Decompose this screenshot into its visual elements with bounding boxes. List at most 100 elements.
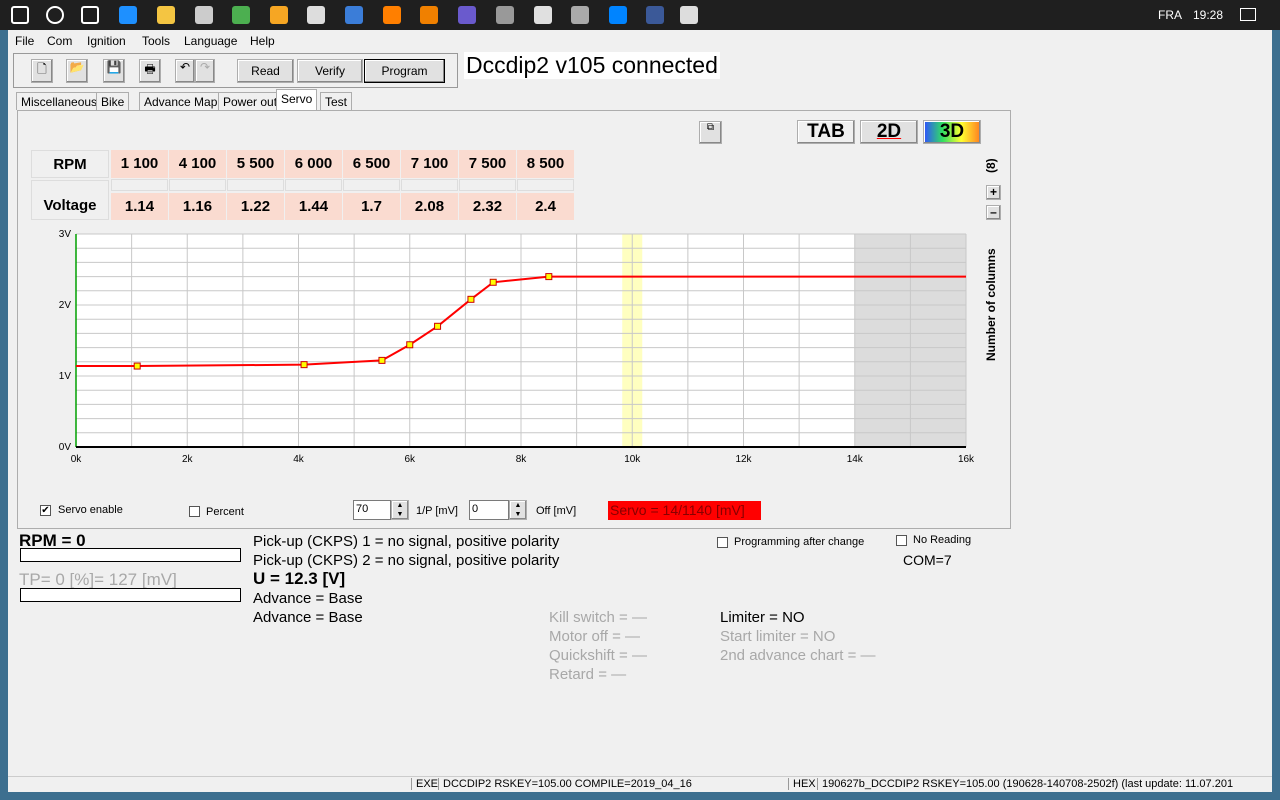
tab-power-out[interactable]: Power out — [218, 92, 283, 110]
menu-language[interactable]: Language — [184, 34, 237, 48]
menu-com[interactable]: Com — [47, 34, 72, 48]
off-input[interactable]: 0 — [469, 500, 509, 520]
data-point — [467, 295, 475, 303]
tab-advance-map[interactable]: Advance Map — [139, 92, 223, 110]
data-point — [378, 356, 386, 364]
advance-2: Advance = Base — [253, 609, 363, 626]
windows-start-icon[interactable] — [11, 6, 29, 24]
x-tick-label: 6k — [404, 454, 416, 465]
ip-input[interactable]: 70 — [353, 500, 391, 520]
menu-tools[interactable]: Tools — [142, 34, 170, 48]
itunes-icon[interactable] — [534, 6, 552, 24]
messenger-icon[interactable] — [609, 6, 627, 24]
vlc-icon[interactable] — [383, 6, 401, 24]
save-button[interactable]: 💾 — [103, 59, 125, 83]
verify-button[interactable]: Verify — [297, 59, 363, 83]
app-icon[interactable] — [496, 6, 514, 24]
store-icon[interactable] — [195, 6, 213, 24]
x-tick-label: 4k — [293, 454, 305, 465]
data-point — [489, 278, 497, 286]
redo-button[interactable]: ↷ — [195, 59, 215, 83]
voltage-readout: U = 12.3 [V] — [253, 569, 346, 588]
task-view-icon[interactable] — [81, 6, 99, 24]
print-button[interactable]: 🖶 — [139, 59, 161, 83]
app-icon[interactable] — [345, 6, 363, 24]
y-tick-label: 2V — [59, 300, 72, 311]
second-advance-chart: 2nd advance chart = — — [720, 647, 876, 664]
data-point — [406, 341, 414, 349]
off-stepper[interactable]: ▲ ▼ — [509, 500, 527, 520]
open-folder-button[interactable]: 📂 — [66, 59, 88, 83]
advance-1: Advance = Base — [253, 590, 363, 607]
pickup-1-status: Pick-up (CKPS) 1 = no signal, positive p… — [253, 533, 560, 550]
hex-label: HEX — [788, 778, 816, 790]
chrome-icon[interactable] — [232, 6, 250, 24]
mail-icon[interactable] — [307, 6, 325, 24]
dccdip-icon[interactable] — [680, 6, 698, 24]
x-tick-label: 10k — [624, 454, 641, 465]
y-tick-label: 1V — [59, 371, 72, 382]
notification-icon[interactable] — [1240, 8, 1256, 21]
programming-after-change-label: Programming after change — [734, 536, 865, 548]
y-tick-label: 3V — [59, 229, 72, 240]
clock[interactable]: 19:28 — [1193, 8, 1223, 22]
x-tick-label: 8k — [516, 454, 528, 465]
retard: Retard = — — [549, 666, 627, 683]
servo-enable-label: Servo enable — [58, 504, 123, 516]
servo-panel: ⧉ TAB 2D 3D (8) + – Number of columns RP… — [17, 110, 1011, 529]
pickup-2-status: Pick-up (CKPS) 2 = no signal, positive p… — [253, 552, 560, 569]
servo-status: Servo = 14/1140 [mV] — [608, 501, 761, 520]
cortana-icon[interactable] — [46, 6, 64, 24]
ip-label: 1/P [mV] — [416, 505, 458, 517]
file-explorer-icon[interactable] — [157, 6, 175, 24]
read-button[interactable]: Read — [237, 59, 294, 83]
servo-chart[interactable]: 0k 2k 4k 6k 8k 10k 12k 14k 16k 0V 1V 2V 3V — [18, 111, 1012, 501]
no-reading-label: No Reading — [913, 534, 972, 546]
app-icon[interactable] — [571, 6, 589, 24]
no-reading-checkbox[interactable] — [896, 535, 907, 546]
percent-checkbox[interactable] — [189, 506, 200, 517]
y-tick-label: 0V — [59, 442, 72, 453]
data-point — [545, 273, 553, 281]
x-tick-label: 14k — [847, 454, 864, 465]
tab-servo[interactable]: Servo — [276, 89, 318, 110]
new-file-button[interactable]: 🗋 — [31, 59, 53, 83]
limiter: Limiter = NO — [720, 609, 805, 626]
programming-after-change-checkbox[interactable] — [717, 537, 728, 548]
app-icon[interactable] — [646, 6, 664, 24]
percent-label: Percent — [206, 506, 244, 518]
rpm-bar — [20, 548, 241, 562]
undo-button[interactable]: ↶ — [175, 59, 195, 83]
x-tick-label: 16k — [958, 454, 975, 465]
app-icon[interactable] — [458, 6, 476, 24]
media-icon[interactable] — [420, 6, 438, 24]
com-port: COM=7 — [903, 552, 952, 568]
language-indicator[interactable]: FRA — [1158, 8, 1182, 22]
tab-test[interactable]: Test — [320, 92, 353, 110]
tab-bike[interactable]: Bike — [96, 92, 130, 110]
kill-switch: Kill switch = — — [549, 609, 647, 626]
tab-miscellaneous[interactable]: Miscellaneous — [16, 92, 103, 110]
quickshift: Quickshift = — — [549, 647, 647, 664]
menu-help[interactable]: Help — [250, 34, 275, 48]
edge-icon[interactable] — [119, 6, 137, 24]
tp-bar — [20, 588, 241, 602]
off-label: Off [mV] — [536, 505, 577, 517]
exe-label: EXE — [411, 778, 438, 790]
exe-info: DCCDIP2 RSKEY=105.00 COMPILE=2019_04_16 — [438, 778, 692, 790]
data-point — [133, 362, 141, 370]
ip-stepper[interactable]: ▲ ▼ — [391, 500, 409, 520]
tp-readout: TP= 0 [%]= 127 [mV] — [19, 570, 177, 589]
x-tick-label: 12k — [735, 454, 752, 465]
program-button[interactable]: Program — [364, 59, 445, 83]
x-tick-label: 2k — [182, 454, 194, 465]
menu-ignition[interactable]: Ignition — [87, 34, 126, 48]
app-icon[interactable] — [270, 6, 288, 24]
servo-enable-checkbox[interactable]: ✔ — [40, 505, 51, 516]
hex-info: 190627b_DCCDIP2 RSKEY=105.00 (190628-140… — [817, 778, 1233, 790]
menu-file[interactable]: File — [15, 34, 34, 48]
data-point — [300, 361, 308, 369]
motor-off: Motor off = — — [549, 628, 641, 645]
start-limiter: Start limiter = NO — [720, 628, 836, 645]
connection-status-title: Dccdip2 v105 connected — [464, 52, 720, 79]
